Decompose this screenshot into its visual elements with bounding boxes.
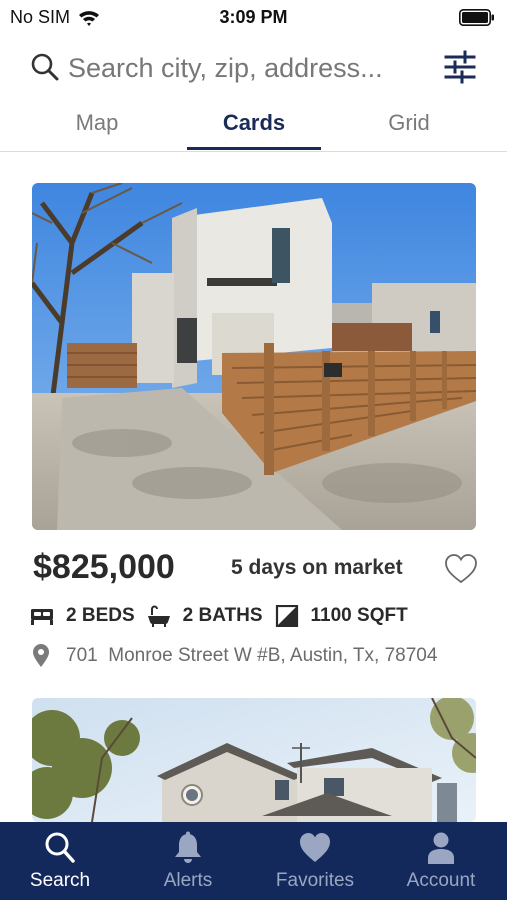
bed-icon: [31, 609, 53, 625]
active-tab-indicator: [187, 147, 321, 150]
search-input[interactable]: [68, 50, 430, 86]
person-icon: [428, 832, 454, 864]
heart-icon: [300, 833, 330, 862]
status-bar: No SIM 3:09 PM: [0, 0, 507, 34]
search-icon: [45, 832, 75, 863]
location-pin-icon: [33, 644, 49, 667]
nav-alerts[interactable]: Alerts: [125, 822, 251, 900]
nav-label: Alerts: [163, 870, 213, 891]
house-photo-image: [32, 698, 476, 822]
square-footage-icon: [275, 605, 298, 627]
tab-cards[interactable]: Cards: [187, 110, 321, 136]
filter-sliders-icon[interactable]: [444, 50, 476, 84]
heart-outline-icon[interactable]: [444, 553, 478, 585]
nav-label: Account: [406, 870, 476, 891]
listing-address-row[interactable]: 701 Monroe Street W #B, Austin, Tx, 7870…: [32, 644, 437, 668]
listing-facts: 2 BEDS 2 BATHS 1100 SQFT: [30, 602, 420, 630]
listing-photo[interactable]: [32, 183, 476, 530]
nav-account[interactable]: Account: [378, 822, 504, 900]
view-tabs: Map Cards Grid: [0, 102, 507, 152]
days-on-market: 5 days on market: [231, 556, 403, 579]
tab-map[interactable]: Map: [30, 110, 164, 136]
tab-grid[interactable]: Grid: [342, 110, 476, 136]
search-bar: [0, 44, 507, 92]
square-footage: 1100 SQFT: [310, 605, 408, 626]
bell-icon: [175, 831, 201, 863]
nav-label: Favorites: [275, 870, 355, 891]
house-photo-image: [32, 183, 476, 530]
baths-count: 2 BATHS: [182, 605, 263, 626]
nav-favorites[interactable]: Favorites: [252, 822, 378, 900]
nav-search[interactable]: Search: [0, 822, 123, 900]
nav-label: Search: [29, 870, 91, 891]
bathtub-icon: [147, 605, 170, 627]
battery-icon: [459, 9, 494, 26]
listing-price: $825,000: [33, 548, 175, 586]
search-icon[interactable]: [30, 52, 60, 82]
beds-count: 2 BEDS: [66, 605, 135, 626]
clock: 3:09 PM: [219, 7, 288, 27]
listing-photo[interactable]: [32, 698, 476, 822]
bottom-tab-bar: Search Alerts Favorites Account: [0, 822, 507, 900]
listing-address: 701 Monroe Street W #B, Austin, Tx, 7870…: [66, 645, 438, 666]
